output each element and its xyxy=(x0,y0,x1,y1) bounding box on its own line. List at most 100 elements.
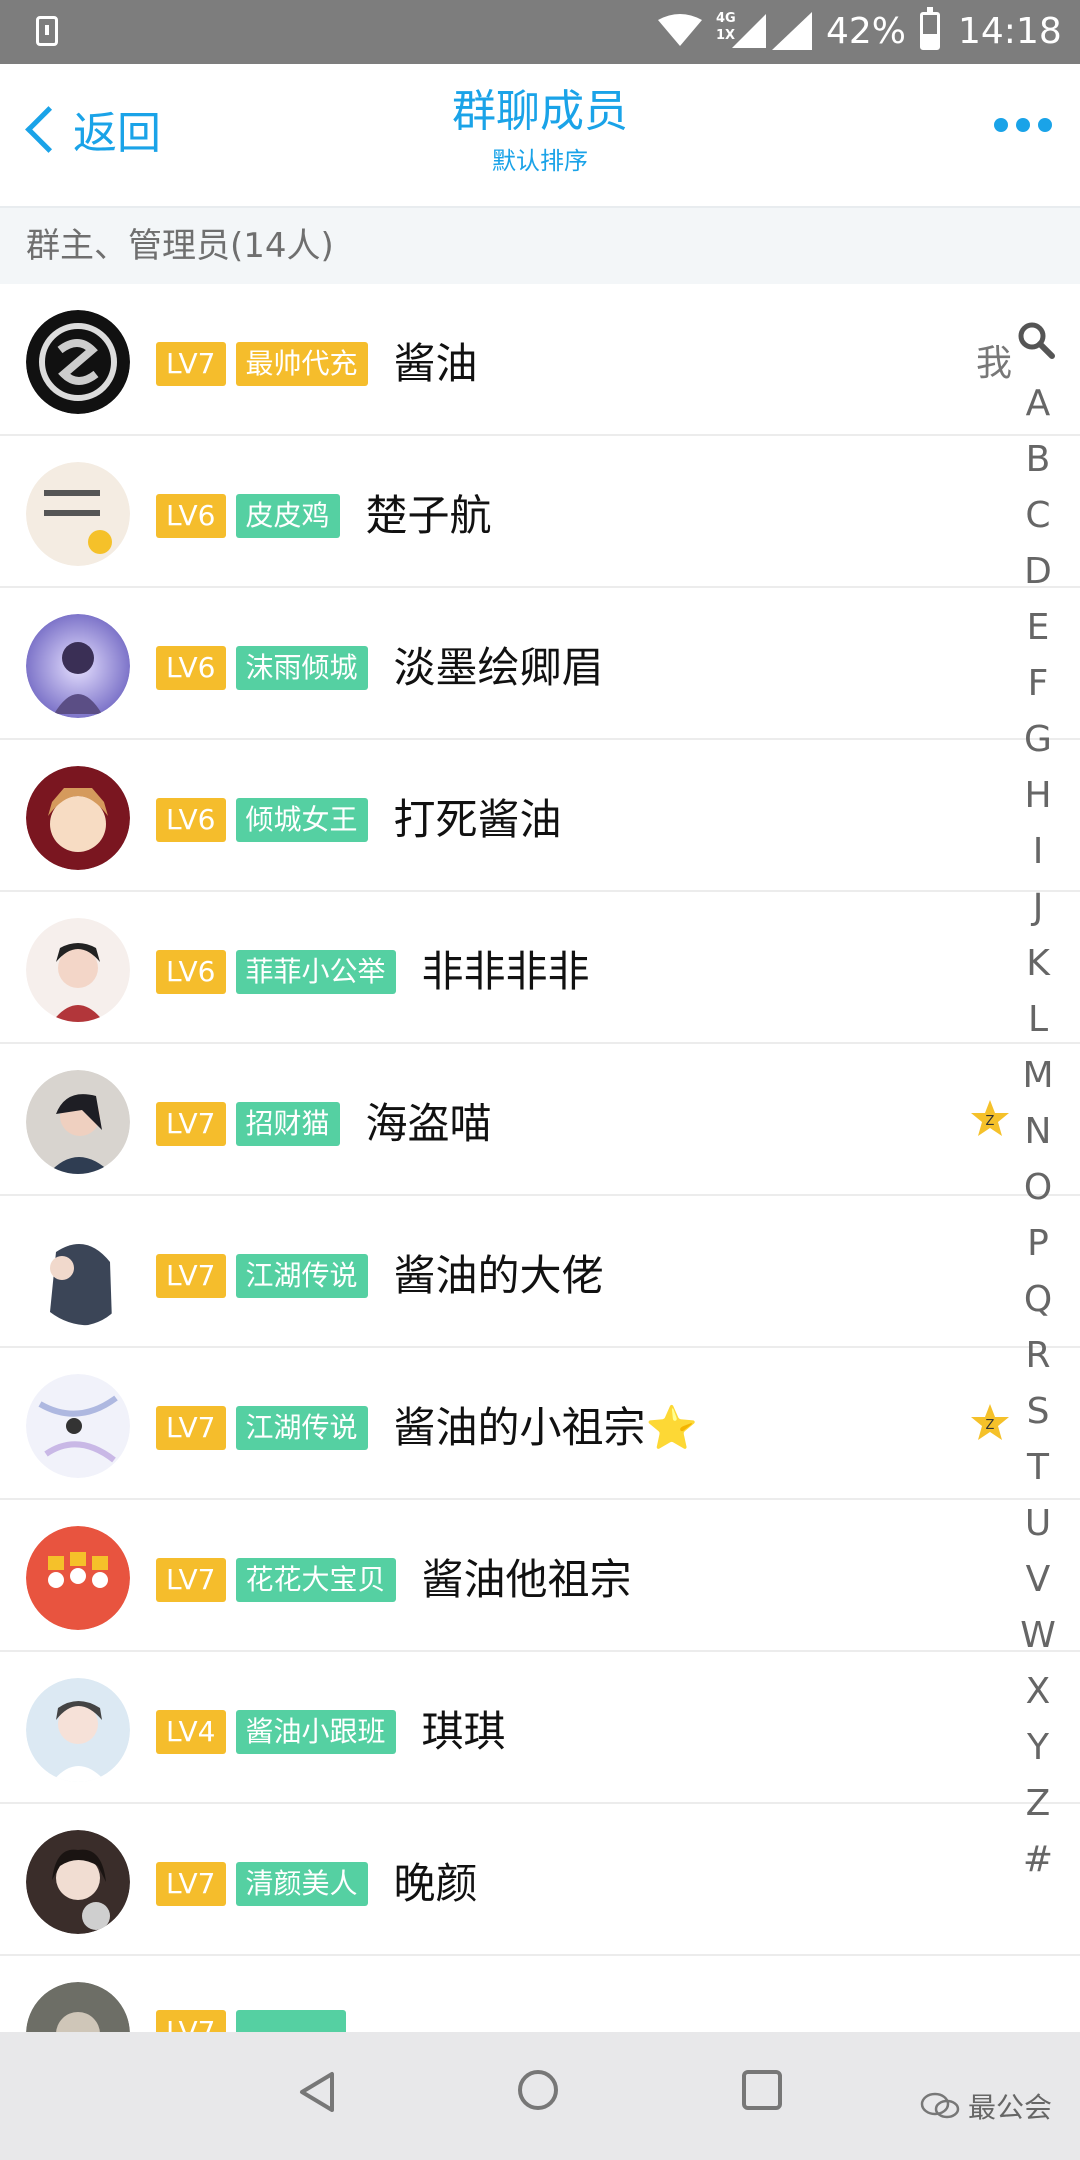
member-row[interactable]: LV6 沫雨倾城 淡墨绘卿眉 xyxy=(0,588,1080,740)
member-row[interactable]: LV6 倾城女王 打死酱油 xyxy=(0,740,1080,892)
index-letter[interactable]: B xyxy=(1016,438,1060,482)
index-letter[interactable]: L xyxy=(1016,998,1060,1042)
member-name: 晚颜 xyxy=(393,1859,478,1908)
member-row[interactable]: LV7 花花大宝贝 酱油他祖宗 xyxy=(0,1500,1080,1652)
avatar[interactable] xyxy=(26,1374,130,1478)
title-tag: 酱油小跟班 xyxy=(235,1710,396,1754)
avatar[interactable] xyxy=(26,1678,130,1782)
watermark: 最公会 xyxy=(920,2086,1052,2126)
member-row[interactable]: LV7 江湖传说 酱油的大佬 xyxy=(0,1196,1080,1348)
member-row[interactable]: LV6 皮皮鸡 楚子航 xyxy=(0,436,1080,588)
index-letter[interactable]: Z xyxy=(1016,1782,1060,1826)
member-name: 非非非非 xyxy=(421,947,590,996)
level-badge: LV7 xyxy=(156,1254,226,1298)
level-badge: LV4 xyxy=(156,1710,226,1754)
member-name: 酱油 xyxy=(393,339,478,388)
vip-star-icon: Z xyxy=(971,1100,1009,1136)
title-tag: 清颜美人 xyxy=(235,1862,368,1906)
index-letter[interactable]: Y xyxy=(1016,1726,1060,1770)
wechat-icon xyxy=(920,2092,960,2119)
member-name: 打死酱油 xyxy=(393,795,562,844)
download-icon xyxy=(36,16,58,46)
avatar[interactable] xyxy=(26,310,130,414)
index-letter[interactable]: P xyxy=(1016,1222,1060,1266)
index-letter[interactable]: K xyxy=(1016,942,1060,986)
member-badges: LV7 江湖传说 酱油的小祖宗⭐ xyxy=(156,1402,698,1454)
member-row[interactable]: LV6 菲菲小公举 非非非非 xyxy=(0,892,1080,1044)
avatar[interactable] xyxy=(26,1830,130,1934)
level-badge: LV7 xyxy=(156,1862,226,1906)
member-name: 淡墨绘卿眉 xyxy=(393,643,604,692)
battery-icon xyxy=(920,7,940,50)
member-badges: LV7 最帅代充 酱油 xyxy=(156,338,478,390)
index-letter[interactable]: C xyxy=(1016,494,1060,538)
page-title: 群聊成员 xyxy=(452,86,628,137)
svg-text:Z: Z xyxy=(986,1418,995,1433)
index-letter[interactable]: H xyxy=(1016,774,1060,818)
title-tag: 江湖传说 xyxy=(235,1406,368,1450)
avatar[interactable] xyxy=(26,766,130,870)
avatar[interactable] xyxy=(26,918,130,1022)
title-tag: 花花大宝贝 xyxy=(235,1558,396,1602)
title-tag: 最帅代充 xyxy=(235,342,368,386)
level-badge: LV6 xyxy=(156,494,226,538)
member-row[interactable]: LV7 招财猫 海盗喵 Z xyxy=(0,1044,1080,1196)
index-letter[interactable]: E xyxy=(1016,606,1060,650)
battery-percent: 42% xyxy=(826,11,907,52)
signal-icon xyxy=(772,12,812,50)
wifi-icon xyxy=(658,14,702,46)
member-row[interactable]: LV7 最帅代充 酱油 我 xyxy=(0,284,1080,436)
member-list: LV7 最帅代充 酱油 我 LV6 皮皮鸡 楚子航 LV6 沫雨倾城 淡墨绘卿眉… xyxy=(0,284,1080,2108)
nav-recents-icon[interactable] xyxy=(742,2070,782,2110)
index-letter[interactable]: W xyxy=(1016,1614,1060,1658)
member-badges: LV7 招财猫 海盗喵 xyxy=(156,1098,492,1150)
clock: 14:18 xyxy=(958,11,1062,52)
member-badges: LV6 沫雨倾城 淡墨绘卿眉 xyxy=(156,642,604,694)
more-dot-icon xyxy=(1016,118,1030,132)
level-badge: LV6 xyxy=(156,798,226,842)
title-tag: 倾城女王 xyxy=(235,798,368,842)
index-letter[interactable]: N xyxy=(1016,1110,1060,1154)
nav-home-icon[interactable] xyxy=(518,2070,558,2110)
index-letter[interactable]: S xyxy=(1016,1390,1060,1434)
index-letter[interactable]: X xyxy=(1016,1670,1060,1714)
member-row[interactable]: LV4 酱油小跟班 琪琪 xyxy=(0,1652,1080,1804)
index-letter[interactable]: F xyxy=(1016,662,1060,706)
index-letter[interactable]: U xyxy=(1016,1502,1060,1546)
title-tag: 皮皮鸡 xyxy=(235,494,340,538)
screen: 4G 1X 42% 14:18 返回 群聊成员 默认排序 群主、管理员(14人) xyxy=(0,0,1080,2160)
index-letter[interactable]: I xyxy=(1016,830,1060,874)
index-letter[interactable]: M xyxy=(1016,1054,1060,1098)
member-badges: LV6 皮皮鸡 楚子航 xyxy=(156,490,492,542)
avatar[interactable] xyxy=(26,1526,130,1630)
vip-star-icon: Z xyxy=(971,1404,1009,1440)
svg-text:Z: Z xyxy=(986,1114,995,1129)
title-tag: 招财猫 xyxy=(235,1102,340,1146)
member-row[interactable]: LV7 江湖传说 酱油的小祖宗⭐ Z xyxy=(0,1348,1080,1500)
member-name: 琪琪 xyxy=(421,1707,506,1756)
index-letter[interactable]: O xyxy=(1016,1166,1060,1210)
index-letter[interactable]: D xyxy=(1016,550,1060,594)
system-nav-bar: 最公会 xyxy=(0,2032,1080,2160)
index-letter[interactable]: # xyxy=(1016,1838,1060,1882)
index-letter[interactable]: T xyxy=(1016,1446,1060,1490)
index-letter[interactable]: G xyxy=(1016,718,1060,762)
index-letter[interactable]: A xyxy=(1016,382,1060,426)
member-row[interactable]: LV7 清颜美人 晚颜 xyxy=(0,1804,1080,1956)
index-letter[interactable]: Q xyxy=(1016,1278,1060,1322)
level-badge: LV6 xyxy=(156,950,226,994)
member-badges: LV6 倾城女王 打死酱油 xyxy=(156,794,562,846)
index-letter[interactable]: J xyxy=(1016,886,1060,930)
nav-back-icon[interactable] xyxy=(296,2070,340,2114)
avatar[interactable] xyxy=(26,1070,130,1174)
avatar[interactable] xyxy=(26,614,130,718)
avatar[interactable] xyxy=(26,1222,130,1326)
index-letter[interactable]: V xyxy=(1016,1558,1060,1602)
more-button[interactable] xyxy=(994,118,1052,132)
avatar[interactable] xyxy=(26,462,130,566)
member-badges: LV7 江湖传说 酱油的大佬 xyxy=(156,1250,604,1302)
search-icon[interactable] xyxy=(1016,320,1056,360)
index-letter[interactable]: R xyxy=(1016,1334,1060,1378)
member-badges: LV6 菲菲小公举 非非非非 xyxy=(156,946,590,998)
sort-mode-button[interactable]: 默认排序 xyxy=(0,146,1080,176)
